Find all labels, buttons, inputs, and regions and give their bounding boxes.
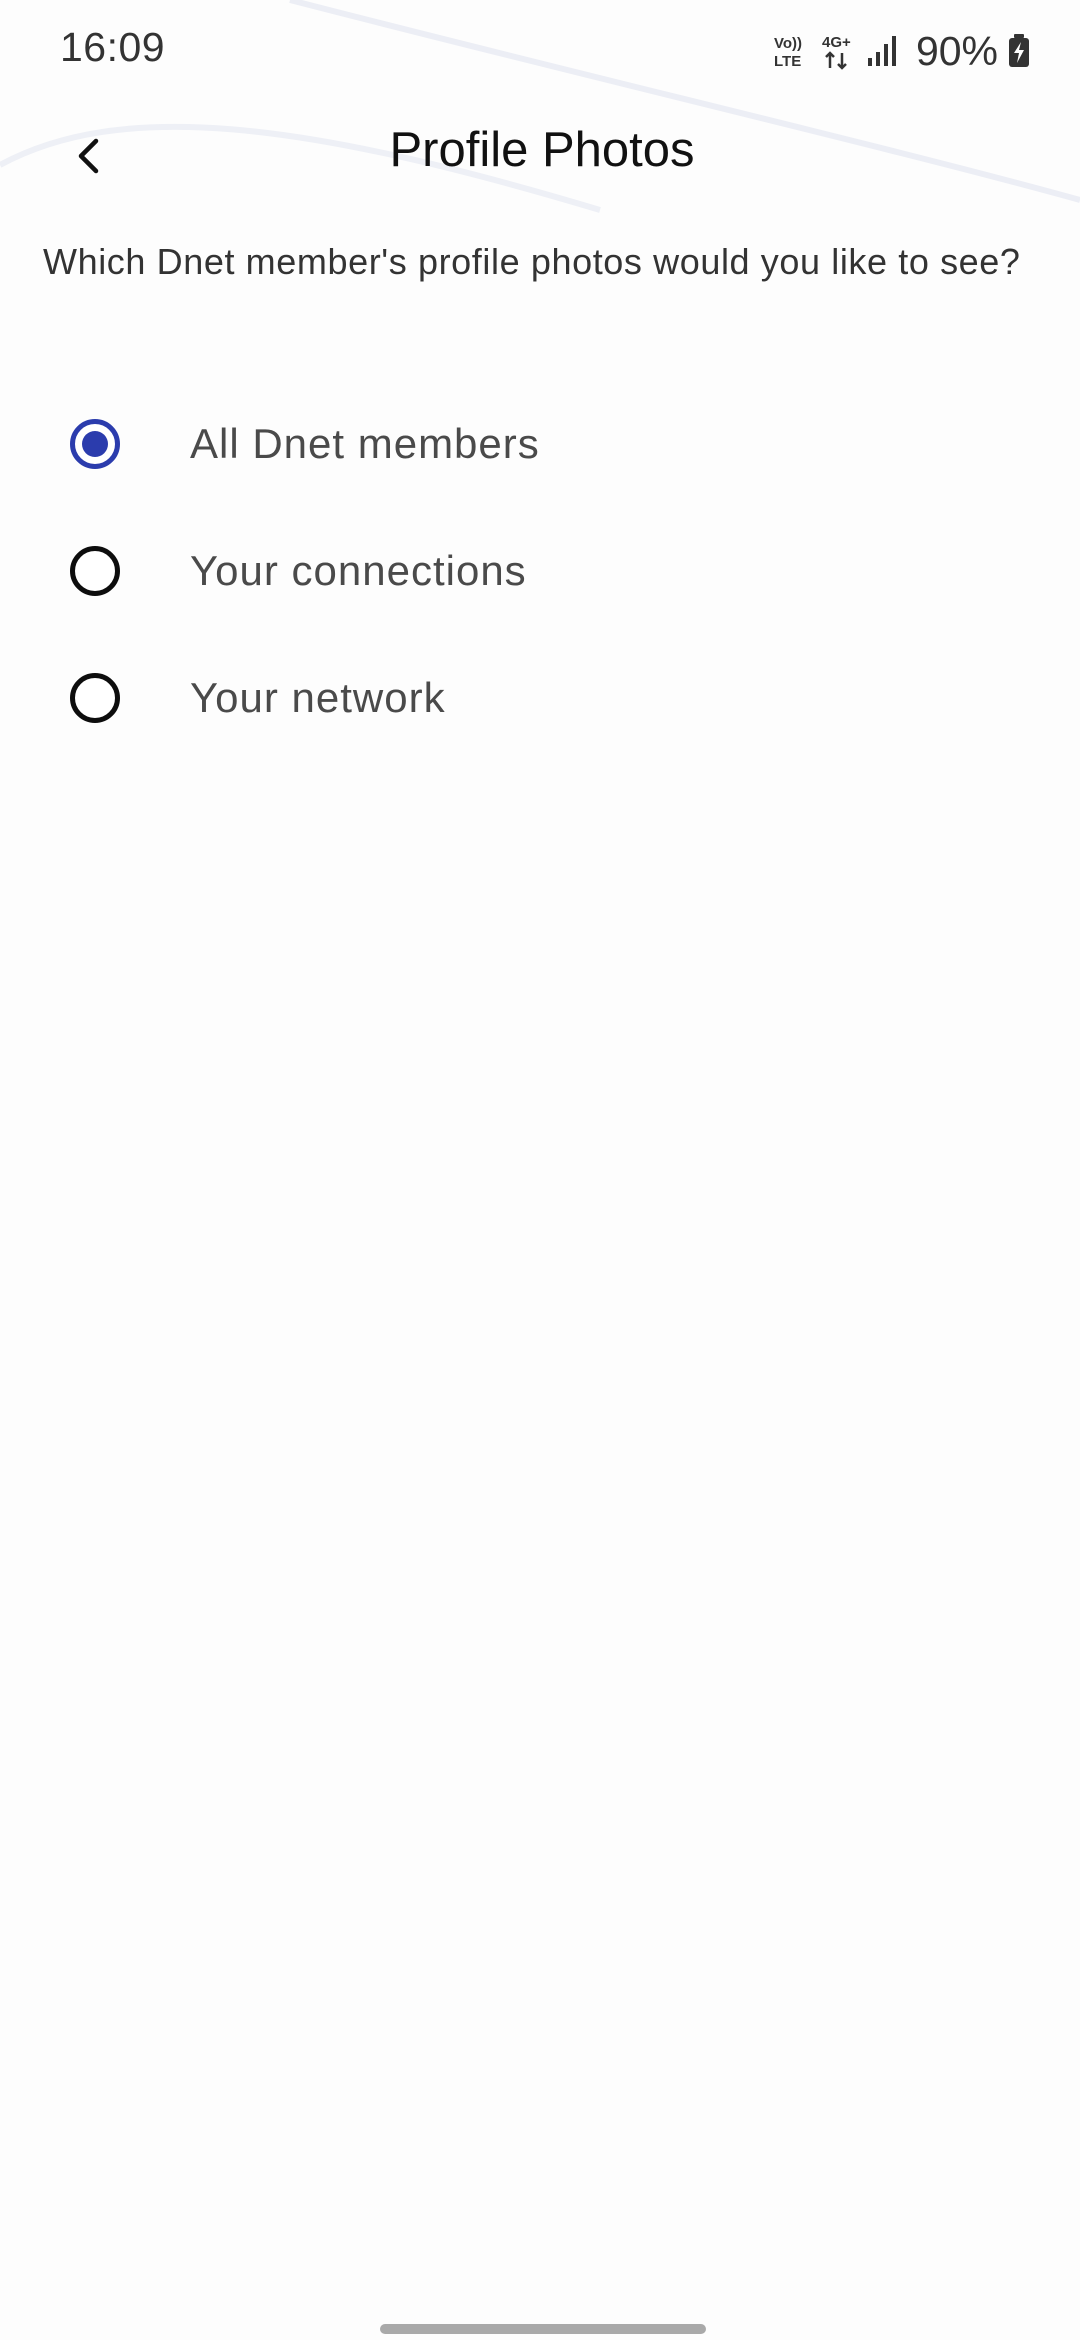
page-title: Profile Photos: [389, 123, 695, 177]
option-label: All Dnet members: [190, 419, 540, 467]
status-icons: Vo)) LTE 4G+ 90%: [772, 28, 1030, 74]
signal-icon: [867, 36, 896, 66]
option-label: Your connections: [190, 546, 527, 594]
app-header: Profile Photos: [0, 100, 1080, 210]
svg-text:4G+: 4G+: [822, 34, 851, 51]
profile-photos-screen: 16:09 Vo)) LTE 4G+ 90% Profile Photos Wh…: [0, 0, 1080, 2340]
status-bar: 16:09 Vo)) LTE 4G+ 90%: [0, 0, 1080, 100]
radio-button[interactable]: [70, 672, 120, 723]
svg-text:Vo)): Vo)): [774, 35, 802, 52]
question-text: Which Dnet member's profile photos would…: [43, 241, 1021, 282]
svg-text:LTE: LTE: [774, 53, 801, 70]
option-your-connections[interactable]: Your connections: [0, 507, 1080, 634]
status-time: 16:09: [60, 24, 166, 70]
radio-button-selected[interactable]: [70, 418, 120, 469]
volte-icon: Vo)) LTE: [774, 35, 802, 70]
battery-charging-icon: [1009, 34, 1029, 67]
4g-plus-icon: 4G+: [822, 34, 851, 70]
battery-percent: 90%: [915, 27, 998, 74]
option-label: Your network: [190, 673, 446, 721]
home-indicator[interactable]: [380, 2324, 706, 2334]
visibility-radio-group: All Dnet members Your connections Your n…: [0, 380, 1080, 761]
radio-button[interactable]: [70, 545, 120, 596]
option-all-dnet-members[interactable]: All Dnet members: [0, 380, 1080, 507]
option-your-network[interactable]: Your network: [0, 634, 1080, 761]
